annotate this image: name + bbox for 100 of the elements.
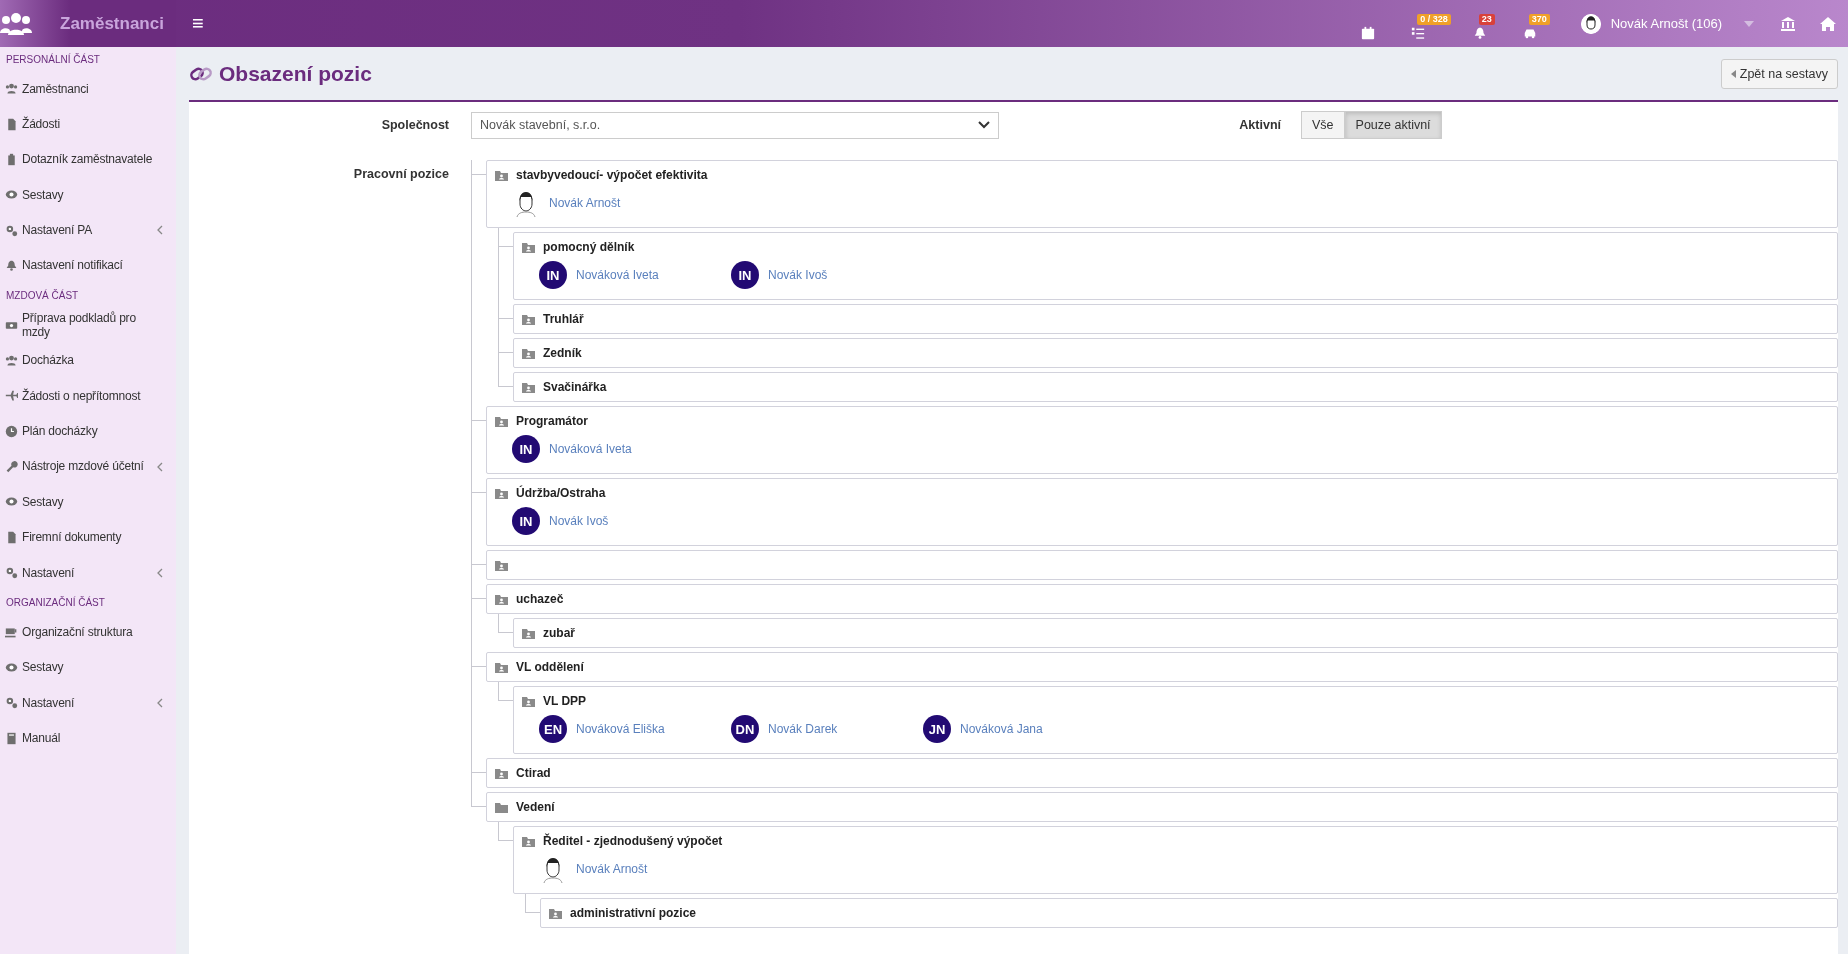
bell-icon <box>1472 25 1487 40</box>
employee-link[interactable]: Novák Arnošt <box>576 862 648 876</box>
employee-link[interactable]: Novák Arnošt <box>549 196 621 210</box>
eye-icon <box>5 495 18 509</box>
employee-link[interactable]: Novák Darek <box>768 722 838 736</box>
person-folder-icon <box>495 767 508 779</box>
sidebar-item[interactable]: Plán docházky <box>0 413 176 449</box>
back-button[interactable]: Zpět na sestavy <box>1720 59 1838 89</box>
bell-icon <box>5 259 18 273</box>
app-name: Zaměstnanci <box>60 13 164 34</box>
position-title: Truhlář <box>543 312 584 326</box>
wrench-icon <box>5 460 18 474</box>
page-title: Obsazení pozic <box>219 62 372 86</box>
person-folder-icon <box>522 381 535 393</box>
people-icon <box>5 82 18 96</box>
sidebar-item[interactable]: Sestavy <box>0 177 176 213</box>
sidebar-item[interactable]: Žádosti <box>0 106 176 142</box>
sidebar-item[interactable]: Firemní dokumenty <box>0 519 176 556</box>
gears-icon <box>5 566 18 580</box>
filter-toggle[interactable]: Vše <box>1301 111 1345 139</box>
position-title: pomocný dělník <box>543 240 635 254</box>
count-badge: 370 <box>1528 13 1550 25</box>
sidebar-item[interactable]: Docházka <box>0 342 176 379</box>
avatar-icon <box>1580 13 1601 34</box>
chevron-icon <box>156 461 164 472</box>
person-folder-icon <box>522 627 535 639</box>
person-folder-icon <box>522 241 535 253</box>
calendar-icon <box>1361 25 1376 40</box>
sidebar-item[interactable]: Organizační struktura <box>0 614 176 650</box>
field-label: Společnost <box>380 118 449 132</box>
section-heading: PERSONÁLNÍ ČÁST <box>5 52 101 67</box>
field-label: Aktivní <box>1238 118 1281 132</box>
file-icon <box>5 117 18 131</box>
position-title: Zedník <box>543 346 582 360</box>
home-icon[interactable] <box>1820 15 1836 32</box>
avatar: IN <box>539 261 567 289</box>
sidebar-item[interactable]: Nastavení <box>0 555 176 591</box>
person-folder-icon <box>495 559 508 571</box>
sidebar-item[interactable]: Manuál <box>0 720 176 757</box>
bank-icon[interactable] <box>1780 15 1796 32</box>
avatar: IN <box>731 261 759 289</box>
sidebar-item[interactable]: Příprava podkladů pro mzdy <box>0 307 176 343</box>
employee-link[interactable]: Nováková Iveta <box>576 268 659 282</box>
chevron-icon <box>156 567 164 578</box>
position-title: Vedení <box>516 800 555 814</box>
person-folder-icon <box>522 835 535 847</box>
sidebar-item[interactable]: Nastavení notifikací <box>0 247 176 284</box>
sidebar-item[interactable]: Sestavy <box>0 484 176 520</box>
avatar: EN <box>539 715 567 743</box>
filter-toggle[interactable]: Pouze aktivní <box>1344 111 1442 139</box>
people-icon <box>0 10 32 37</box>
sidebar-item[interactable]: Zaměstnanci <box>0 71 176 107</box>
gears-icon <box>5 696 18 710</box>
person-folder-icon <box>549 907 562 919</box>
sidebar-item[interactable]: Sestavy <box>0 649 176 686</box>
employee-link[interactable]: Novák Ivoš <box>549 514 609 528</box>
gears-icon <box>5 223 18 237</box>
person-folder-icon <box>495 415 508 427</box>
sidebar-item[interactable]: Dotazník zaměstnavatele <box>0 141 176 178</box>
folder-icon <box>495 801 508 813</box>
person-folder-icon <box>495 487 508 499</box>
position-title: Údržba/Ostraha <box>516 486 606 500</box>
file-icon <box>5 530 18 544</box>
sidebar-item[interactable]: Žádosti o nepřítomnost <box>0 378 176 414</box>
sidebar-item[interactable]: Nastavení <box>0 685 176 721</box>
employee-link[interactable]: Nováková Iveta <box>549 442 632 456</box>
position-title: VL oddělení <box>516 660 584 674</box>
position-title: Programátor <box>516 414 589 428</box>
chevron-icon <box>156 697 164 708</box>
employee-link[interactable]: Novák Ivoš <box>768 268 828 282</box>
menu-button[interactable]: ≡ <box>186 12 210 35</box>
position-title: Ctirad <box>516 766 551 780</box>
clipboard-icon <box>5 152 18 166</box>
caret-icon <box>1744 20 1754 27</box>
position-title: zubař <box>543 626 575 640</box>
position-title: stavbyvedoucí- výpočet efektivita <box>516 168 708 182</box>
company-select[interactable]: Novák stavební, s.r.o. <box>471 111 999 139</box>
employee-link[interactable]: Nováková Jana <box>960 722 1043 736</box>
people-icon <box>5 353 18 367</box>
sidebar-item[interactable]: Nastavení PA <box>0 212 176 248</box>
section-heading: MZDOVÁ ČÁST <box>5 288 80 304</box>
position-title: Svačinářka <box>543 380 607 394</box>
field-label: Pracovní pozice <box>352 166 449 181</box>
book-icon <box>5 731 18 745</box>
count-badge: 0 / 328 <box>1417 13 1451 25</box>
avatar: JN <box>923 715 951 743</box>
chevron-icon <box>156 225 164 236</box>
employee-link[interactable]: Nováková Eliška <box>576 722 665 736</box>
position-title: uchazeč <box>516 592 564 606</box>
position-title: Ředitel - zjednodušený výpočet <box>543 834 723 848</box>
plane-icon <box>5 389 18 403</box>
sidebar-item[interactable]: Nástroje mzdové účetní <box>0 448 176 485</box>
eye-icon <box>5 661 18 675</box>
count-badge: 23 <box>1478 13 1495 25</box>
clock-icon <box>5 424 18 438</box>
avatar: IN <box>512 507 540 535</box>
person-folder-icon <box>522 695 535 707</box>
person-folder-icon <box>495 593 508 605</box>
eye-icon <box>5 188 18 202</box>
position-title: VL DPP <box>543 694 587 708</box>
